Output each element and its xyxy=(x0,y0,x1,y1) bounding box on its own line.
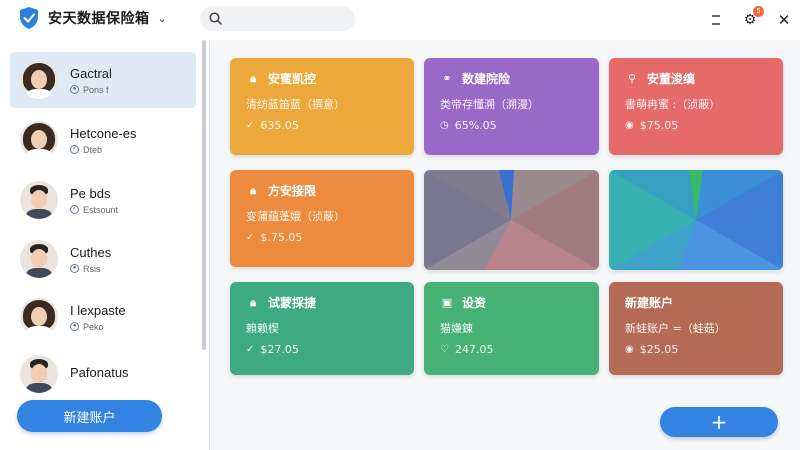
title-bar: 安天数据保险箱 ⌄ ⚙ 5 ✕ xyxy=(0,0,800,40)
account-item[interactable]: I lexpaste ● Peko xyxy=(10,289,196,345)
account-name: Pafonatus xyxy=(70,364,129,380)
vault-card[interactable]: 🔒︎ 试蒙採捷 賴赖楔 ✓ $27.05 xyxy=(230,282,414,375)
plus-icon: + xyxy=(710,410,728,434)
add-button[interactable]: + xyxy=(660,407,778,437)
vault-card[interactable]: 🔒︎ 安蜜凯控 清纺蓝笛蓝（撰意） ✓ 635.05 xyxy=(230,58,414,155)
card-subtitle: 变蒲蕴蓬娥（浈蔽） xyxy=(246,210,345,223)
account-name: Gactral xyxy=(70,65,112,81)
status-icon: ● xyxy=(70,264,79,273)
check-icon: ✓ xyxy=(246,344,255,355)
account-item[interactable]: Cuthes ● Rsis xyxy=(10,231,196,287)
account-status: Dteb xyxy=(83,144,103,155)
card-subtitle: 新蛙账户 =（蛙菇） xyxy=(625,322,726,335)
notification-badge: 5 xyxy=(753,6,764,17)
card-title: 安蜜凯控 xyxy=(268,72,317,86)
vault-card[interactable]: 🔒︎ 方安接限 变蒲蕴蓬娥（浈蔽） ✓ $.75.05 xyxy=(230,170,414,267)
pie-graphic xyxy=(424,170,599,270)
account-item[interactable]: Pe bds ✓ Estsount xyxy=(10,172,196,228)
account-item[interactable]: Gactral ● Pons f xyxy=(10,52,196,108)
account-item[interactable]: Pafonatus xyxy=(10,346,196,402)
card-value: 247.05 xyxy=(454,343,494,356)
app-title-menu[interactable]: 安天数据保险箱 ⌄ xyxy=(18,4,167,32)
clock-icon: ◷ xyxy=(440,120,449,131)
account-status: Peko xyxy=(83,321,104,332)
avatar xyxy=(20,61,58,99)
minimize-button[interactable] xyxy=(706,10,726,30)
card-title: 方安接限 xyxy=(268,184,317,198)
account-name: Hetcone-es xyxy=(70,125,137,141)
account-status: Pons f xyxy=(83,84,109,95)
card-value: $27.05 xyxy=(260,343,299,356)
search-icon xyxy=(209,12,222,25)
account-item[interactable]: Hetcone-es ✓ Dteb xyxy=(10,112,196,168)
avatar xyxy=(20,240,58,278)
account-sidebar: Gactral ● Pons f Hetcone-es ✓ Dteb Pe bds … xyxy=(0,40,210,450)
card-title: 新建账户 xyxy=(625,296,674,310)
card-value: $75.05 xyxy=(639,119,679,132)
shield-logo-icon xyxy=(20,7,38,29)
card-subtitle: 清纺蓝笛蓝（撰意） xyxy=(246,98,345,111)
search-input[interactable] xyxy=(228,11,348,26)
card-value: 65%.05 xyxy=(454,119,497,132)
heart-icon: ♡ xyxy=(440,344,449,355)
account-status: Estsount xyxy=(83,204,119,215)
status-icon: ● xyxy=(70,322,79,331)
coin-icon: ◉ xyxy=(625,344,634,355)
vault-card[interactable]: ⚲ 安董浚缡 書萌冉蜜 :（浈蔽） ◉ $75.05 xyxy=(609,58,783,155)
vault-card[interactable]: 新建账户 新蛙账户 =（蛙菇） ◉ $25.05 xyxy=(609,282,783,375)
card-title: 数建院险 xyxy=(462,72,511,86)
close-button[interactable]: ✕ xyxy=(774,10,794,30)
vault-card[interactable]: ⚭ 数建院险 类帝存懂溯（溯漫） ◷ 65%.05 xyxy=(424,58,599,155)
avatar xyxy=(20,121,58,159)
lock-icon: 🔒︎ xyxy=(250,295,256,309)
link-icon: ⚭ xyxy=(442,72,452,85)
card-subtitle: 猫嫌錬 xyxy=(440,322,473,335)
lock-icon: 🔒︎ xyxy=(250,71,256,85)
new-account-button[interactable]: 新建账户 xyxy=(17,400,162,432)
vault-grid: 🔒︎ 安蜜凯控 清纺蓝笛蓝（撰意） ✓ 635.05 ⚭ 数建院险 类帝存懂溯（溯漫）… xyxy=(211,40,800,450)
check-icon: ✓ xyxy=(246,232,255,243)
card-value: $25.05 xyxy=(639,343,679,356)
coin-icon: ◉ xyxy=(625,120,634,131)
lock-icon: 🔒︎ xyxy=(250,183,256,197)
sidebar-scrollbar[interactable] xyxy=(202,40,206,350)
card-subtitle: 書萌冉蜜 :（浈蔽） xyxy=(625,98,721,111)
account-status: Rsis xyxy=(83,263,101,274)
avatar xyxy=(20,181,58,219)
key-icon: ⚲ xyxy=(627,72,637,85)
vault-card-preview[interactable] xyxy=(424,170,599,270)
account-name: Pe bds xyxy=(70,185,111,201)
account-name: I lexpaste xyxy=(70,302,126,318)
pie-graphic xyxy=(609,170,783,270)
card-title: 安董浚缡 xyxy=(647,72,696,86)
account-name: Cuthes xyxy=(70,244,112,260)
folder-icon: ▣ xyxy=(441,296,453,309)
status-icon: ✓ xyxy=(70,205,79,214)
vault-card-preview[interactable] xyxy=(609,170,783,270)
card-subtitle: 类帝存懂溯（溯漫） xyxy=(440,98,539,111)
close-icon: ✕ xyxy=(777,11,791,29)
card-value: 635.05 xyxy=(260,119,299,132)
search-box[interactable] xyxy=(200,6,355,31)
avatar xyxy=(20,298,58,336)
chevron-down-icon[interactable]: ⌄ xyxy=(158,12,167,25)
card-value: $.75.05 xyxy=(260,231,303,244)
app-title: 安天数据保险箱 xyxy=(48,11,150,27)
check-icon: ✓ xyxy=(246,120,255,131)
card-title: 设资 xyxy=(462,296,487,310)
status-icon: ✓ xyxy=(70,145,79,154)
status-icon: ● xyxy=(70,85,79,94)
settings-button[interactable]: ⚙ 5 xyxy=(740,6,764,30)
avatar xyxy=(20,355,58,393)
card-title: 试蒙採捷 xyxy=(268,296,317,310)
card-subtitle: 賴赖楔 xyxy=(246,322,279,335)
minimize-icon xyxy=(712,15,720,25)
vault-card[interactable]: ▣ 设资 猫嫌錬 ♡ 247.05 xyxy=(424,282,599,375)
